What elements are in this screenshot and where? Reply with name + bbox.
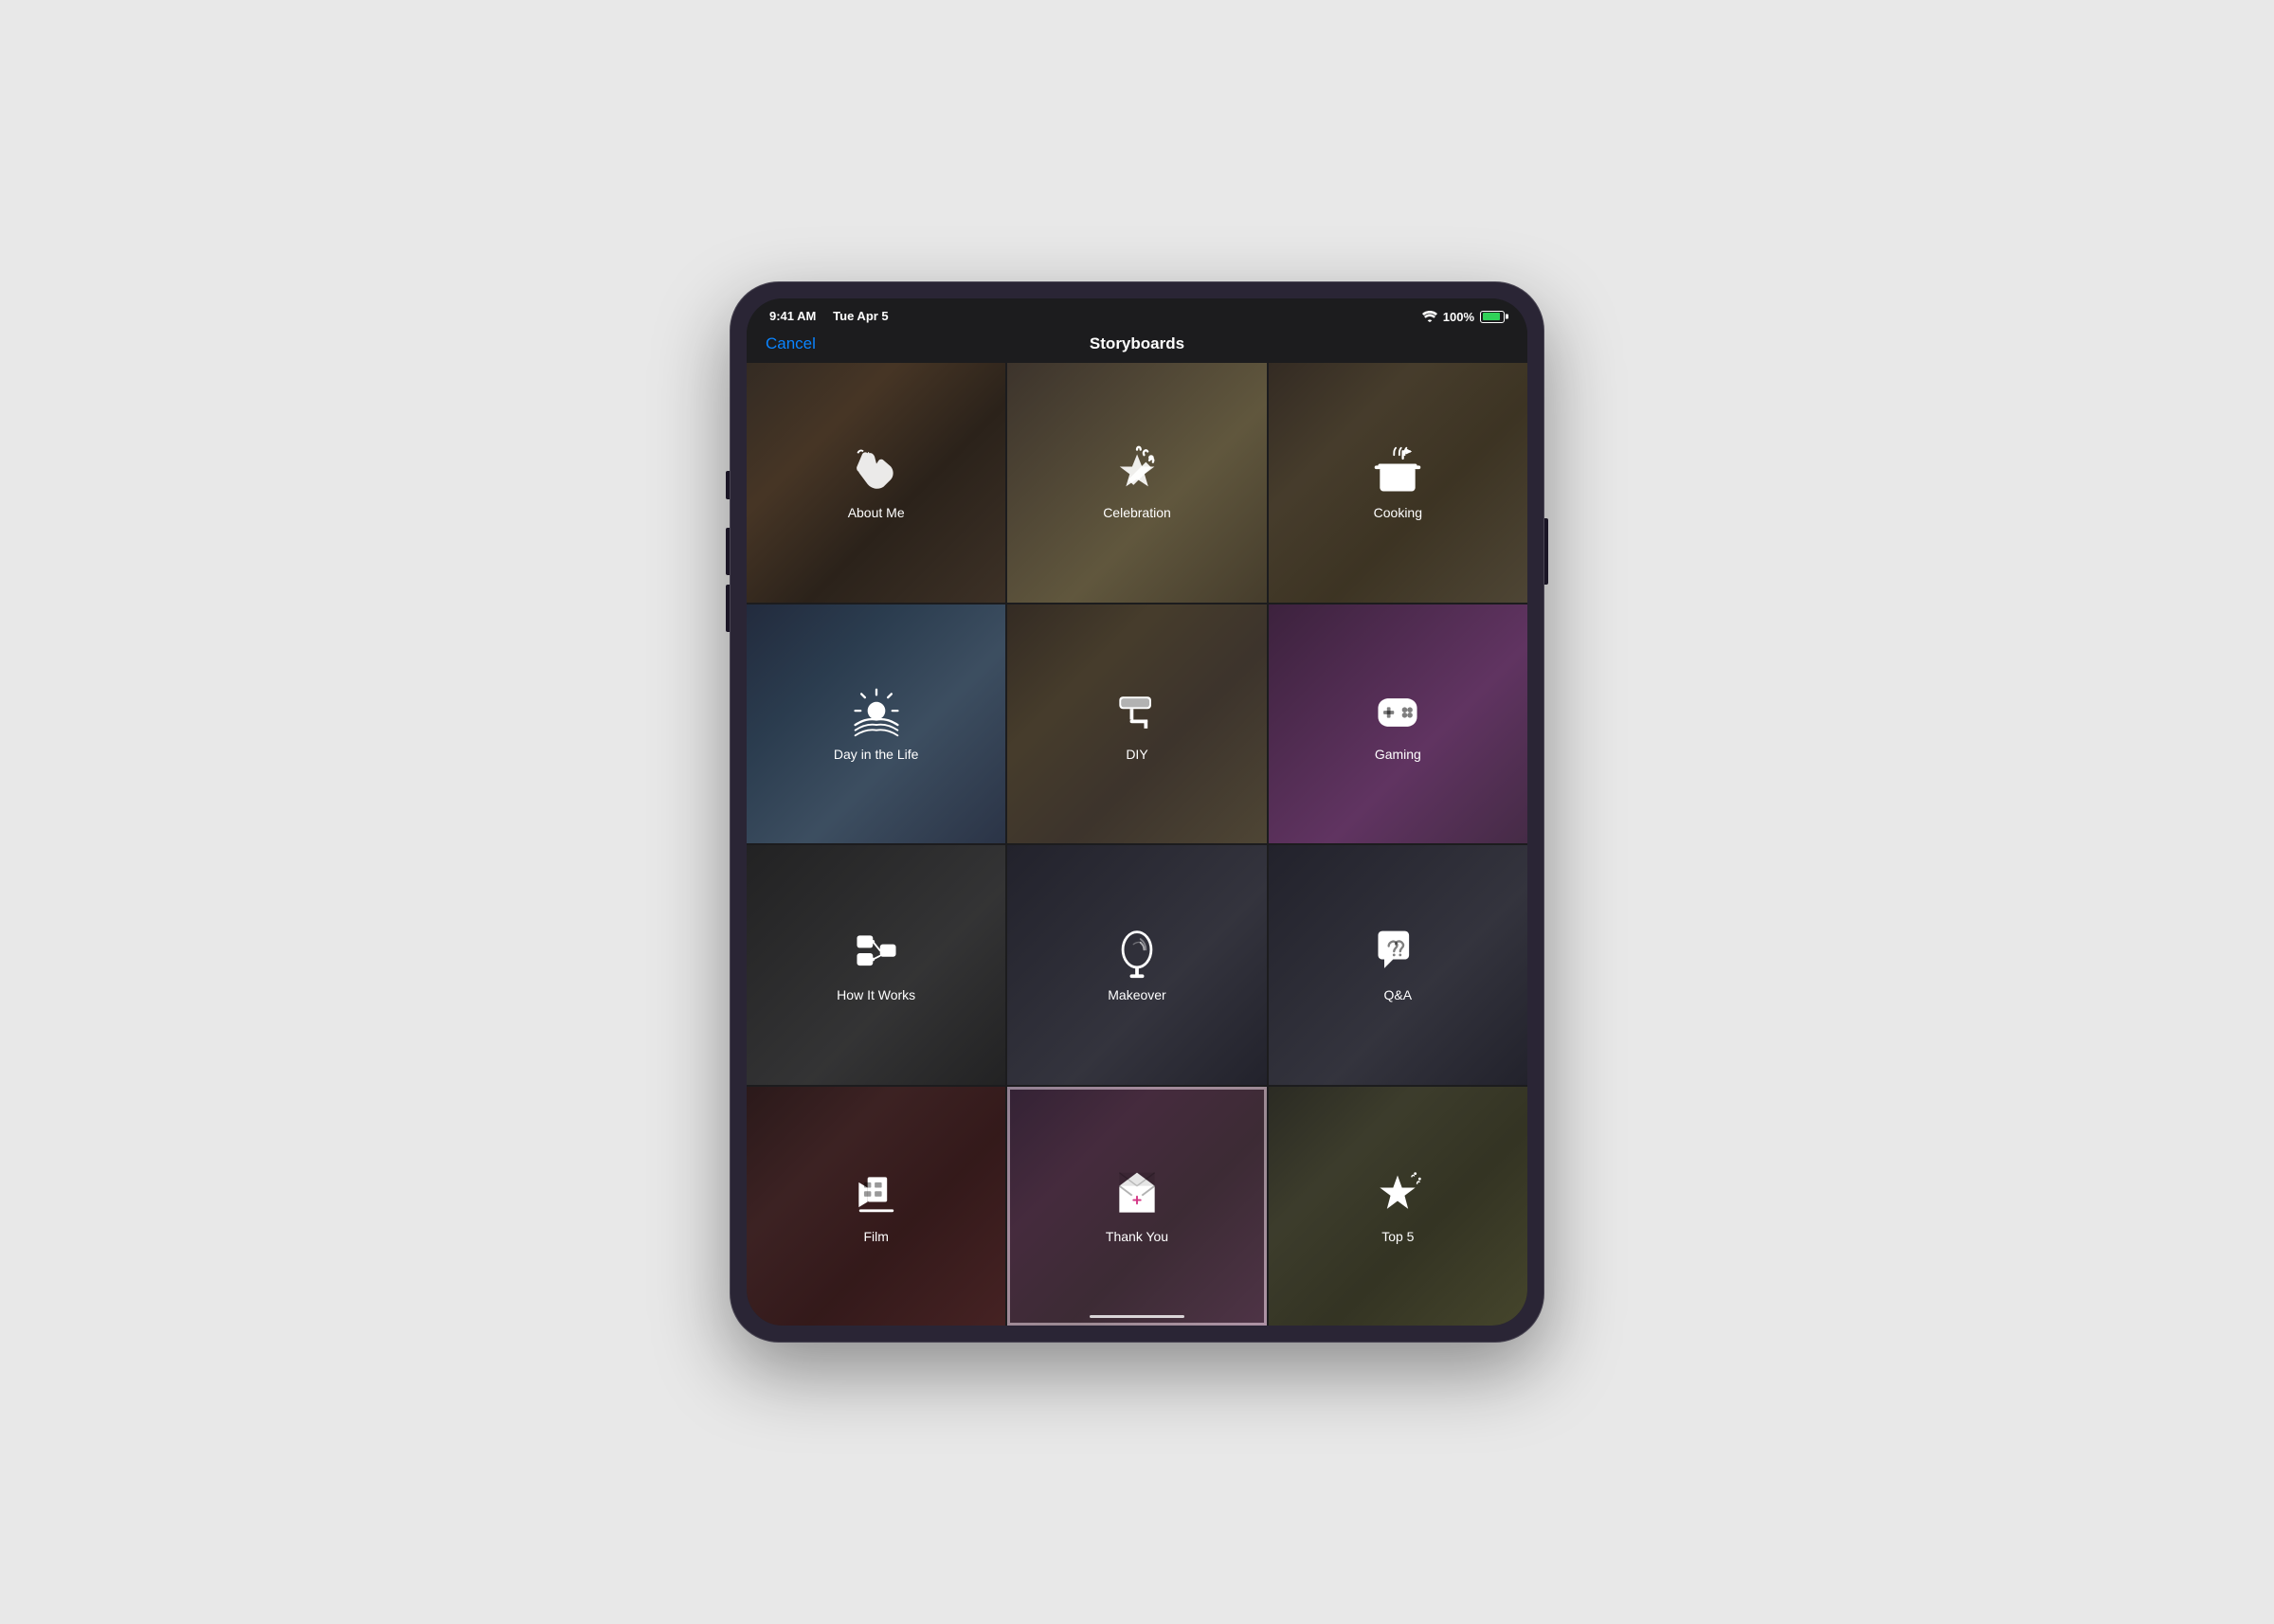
grid-item-label-qa: Q&A [1384,987,1413,1002]
grid-item-label-cooking: Cooking [1374,505,1422,520]
grid-item-icon-top5 [1371,1168,1424,1221]
status-icons: 100% [1422,310,1505,324]
grid-item-top5[interactable]: Top 5 [1269,1087,1527,1326]
grid-item-icon-about-me [850,444,903,497]
grid-item-label-diy: DIY [1126,747,1147,762]
grid-item-label-day-in-life: Day in the Life [834,747,919,762]
grid-item-how-it-works[interactable]: How It Works [747,845,1005,1085]
grid-item-diy[interactable]: DIY [1007,604,1266,844]
cancel-button[interactable]: Cancel [766,334,816,353]
battery-icon [1480,311,1505,323]
grid-item-label-top5: Top 5 [1381,1229,1414,1244]
ipad-screen: 9:41 AM Tue Apr 5 100% Cancel Story [747,298,1527,1326]
status-time: 9:41 AM [769,309,816,323]
grid-item-label-gaming: Gaming [1375,747,1421,762]
grid-item-celebration[interactable]: Celebration [1007,363,1266,603]
grid-item-label-film: Film [863,1229,888,1244]
status-bar: 9:41 AM Tue Apr 5 100% [747,298,1527,331]
grid-item-icon-thank-you [1110,1168,1164,1221]
grid-item-label-makeover: Makeover [1108,987,1165,1002]
grid-item-icon-diy [1110,686,1164,739]
grid-item-cooking[interactable]: Cooking [1269,363,1527,603]
grid-item-film[interactable]: Film [747,1087,1005,1326]
grid-item-qa[interactable]: Q&A [1269,845,1527,1085]
status-date: Tue Apr 5 [833,309,889,323]
wifi-icon [1422,311,1437,322]
grid-item-label-thank-you: Thank You [1106,1229,1168,1244]
ipad-device: 9:41 AM Tue Apr 5 100% Cancel Story [730,281,1544,1343]
nav-title: Storyboards [1090,334,1184,353]
grid-item-about-me[interactable]: About Me [747,363,1005,603]
grid-item-icon-day-in-life [850,686,903,739]
grid-item-label-how-it-works: How It Works [837,987,915,1002]
storyboards-grid: About Me Celebration Cooking Day in the … [747,363,1527,1326]
battery-fill [1483,313,1501,320]
grid-item-day-in-life[interactable]: Day in the Life [747,604,1005,844]
grid-item-thank-you[interactable]: Thank You [1007,1087,1266,1326]
status-time-group: 9:41 AM Tue Apr 5 [769,308,889,325]
grid-item-icon-gaming [1371,686,1424,739]
battery-percentage: 100% [1443,310,1474,324]
grid-item-icon-cooking [1371,444,1424,497]
volume-up-button [726,528,730,575]
grid-item-icon-celebration [1110,444,1164,497]
grid-layout: About Me Celebration Cooking Day in the … [747,363,1527,1326]
grid-item-icon-makeover [1110,927,1164,980]
volume-down-button [726,585,730,632]
scroll-indicator-bar [1090,1315,1184,1318]
nav-bar: Cancel Storyboards [747,331,1527,363]
grid-item-icon-qa [1371,927,1424,980]
grid-item-icon-film [850,1168,903,1221]
power-button [1544,518,1548,585]
grid-item-icon-how-it-works [850,927,903,980]
grid-item-label-about-me: About Me [848,505,905,520]
grid-item-makeover[interactable]: Makeover [1007,845,1266,1085]
side-button-top [726,471,730,499]
grid-item-label-celebration: Celebration [1103,505,1171,520]
grid-item-gaming[interactable]: Gaming [1269,604,1527,844]
